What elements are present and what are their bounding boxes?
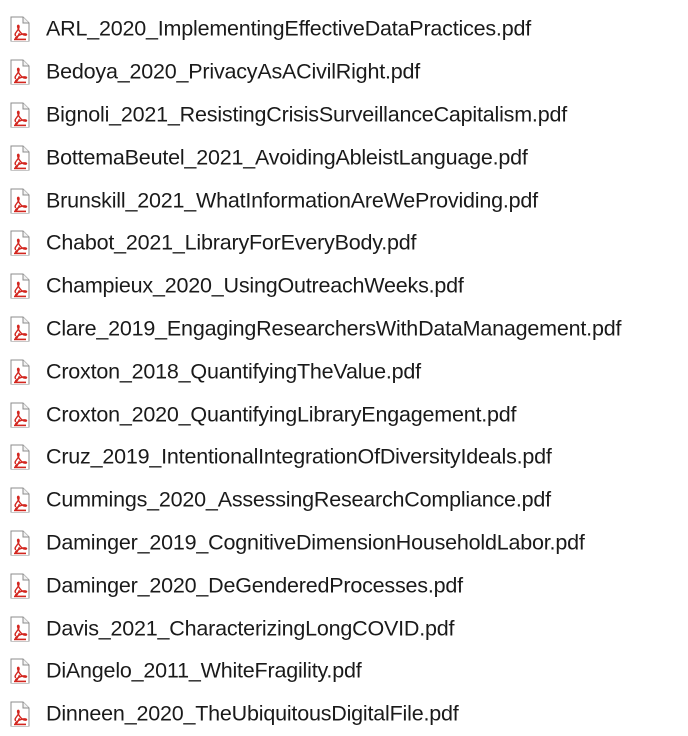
pdf-file-icon <box>8 145 32 171</box>
pdf-file-icon <box>8 487 32 513</box>
file-row[interactable]: BottemaBeutel_2021_AvoidingAbleistLangua… <box>0 136 688 179</box>
pdf-file-icon <box>8 316 32 342</box>
pdf-file-icon <box>8 16 32 42</box>
file-name: Cummings_2020_AssessingResearchComplianc… <box>46 487 551 512</box>
file-name: Dinneen_2020_TheUbiquitousDigitalFile.pd… <box>46 701 459 726</box>
pdf-file-icon <box>8 573 32 599</box>
file-name: Croxton_2020_QuantifyingLibraryEngagemen… <box>46 402 517 427</box>
pdf-file-icon <box>8 701 32 727</box>
file-row[interactable]: Croxton_2018_QuantifyingTheValue.pdf <box>0 350 688 393</box>
file-row[interactable]: Croxton_2020_QuantifyingLibraryEngagemen… <box>0 393 688 436</box>
file-name: Champieux_2020_UsingOutreachWeeks.pdf <box>46 273 464 298</box>
file-row[interactable]: Cruz_2019_IntentionalIntegrationOfDivers… <box>0 436 688 479</box>
file-name: Chabot_2021_LibraryForEveryBody.pdf <box>46 230 417 255</box>
pdf-file-icon <box>8 402 32 428</box>
pdf-file-icon <box>8 444 32 470</box>
file-row[interactable]: Clare_2019_EngagingResearchersWithDataMa… <box>0 308 688 351</box>
file-row[interactable]: Cummings_2020_AssessingResearchComplianc… <box>0 479 688 522</box>
pdf-file-icon <box>8 658 32 684</box>
pdf-file-icon <box>8 530 32 556</box>
file-name: Croxton_2018_QuantifyingTheValue.pdf <box>46 359 421 384</box>
file-name: DiAngelo_2011_WhiteFragility.pdf <box>46 658 362 683</box>
file-row[interactable]: Bignoli_2021_ResistingCrisisSurveillance… <box>0 94 688 137</box>
file-name: Daminger_2019_CognitiveDimensionHousehol… <box>46 530 585 555</box>
file-name: Clare_2019_EngagingResearchersWithDataMa… <box>46 316 622 341</box>
pdf-file-icon <box>8 359 32 385</box>
file-row[interactable]: Chabot_2021_LibraryForEveryBody.pdf <box>0 222 688 265</box>
file-name: BottemaBeutel_2021_AvoidingAbleistLangua… <box>46 145 528 170</box>
file-name: Brunskill_2021_WhatInformationAreWeProvi… <box>46 188 538 213</box>
file-name: Daminger_2020_DeGenderedProcesses.pdf <box>46 573 463 598</box>
file-row[interactable]: Bedoya_2020_PrivacyAsACivilRight.pdf <box>0 51 688 94</box>
file-row[interactable]: Champieux_2020_UsingOutreachWeeks.pdf <box>0 265 688 308</box>
file-row[interactable]: Davis_2021_CharacterizingLongCOVID.pdf <box>0 607 688 650</box>
pdf-file-icon <box>8 59 32 85</box>
file-name: Bedoya_2020_PrivacyAsACivilRight.pdf <box>46 59 421 84</box>
pdf-file-icon <box>8 230 32 256</box>
file-list: ARL_2020_ImplementingEffectiveDataPracti… <box>0 8 688 736</box>
file-row[interactable]: Dinneen_2020_TheUbiquitousDigitalFile.pd… <box>0 693 688 736</box>
file-name: ARL_2020_ImplementingEffectiveDataPracti… <box>46 16 531 41</box>
file-name: Bignoli_2021_ResistingCrisisSurveillance… <box>46 102 567 127</box>
pdf-file-icon <box>8 188 32 214</box>
file-name: Davis_2021_CharacterizingLongCOVID.pdf <box>46 616 455 641</box>
file-row[interactable]: DiAngelo_2011_WhiteFragility.pdf <box>0 650 688 693</box>
file-row[interactable]: Daminger_2020_DeGenderedProcesses.pdf <box>0 564 688 607</box>
pdf-file-icon <box>8 273 32 299</box>
file-row[interactable]: Daminger_2019_CognitiveDimensionHousehol… <box>0 522 688 565</box>
file-row[interactable]: ARL_2020_ImplementingEffectiveDataPracti… <box>0 8 688 51</box>
pdf-file-icon <box>8 102 32 128</box>
pdf-file-icon <box>8 616 32 642</box>
file-row[interactable]: Brunskill_2021_WhatInformationAreWeProvi… <box>0 179 688 222</box>
file-name: Cruz_2019_IntentionalIntegrationOfDivers… <box>46 444 552 469</box>
